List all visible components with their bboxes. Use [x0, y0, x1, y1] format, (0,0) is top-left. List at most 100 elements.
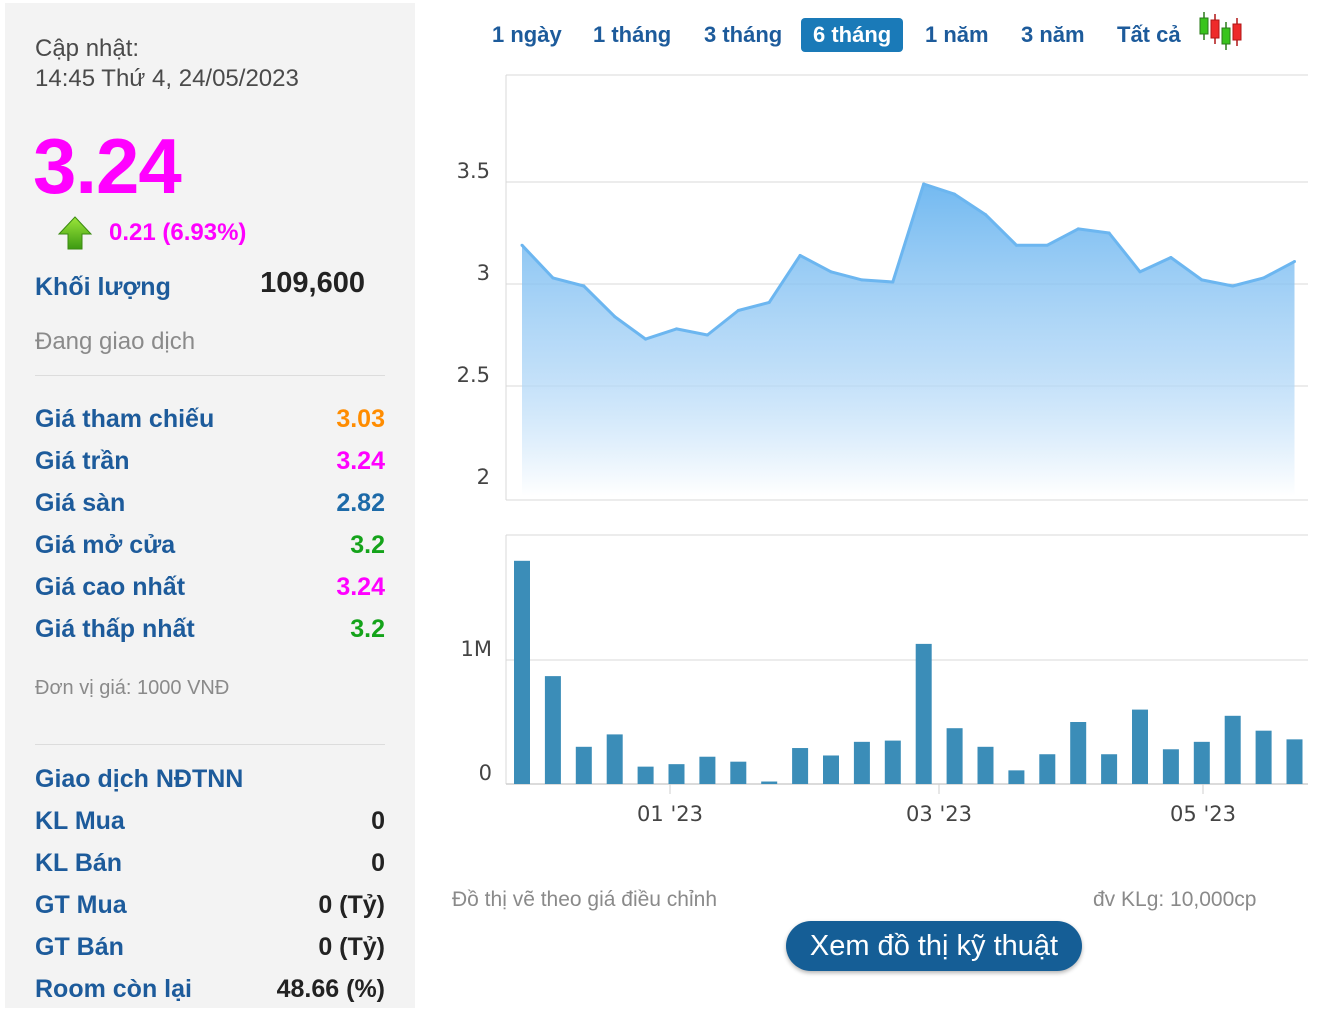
reference-price-value: 3.03 [336, 405, 385, 433]
price-point [767, 300, 771, 304]
open-price-label: Giá mở cửa [35, 531, 176, 559]
trading-status: Đang giao dịch [35, 328, 196, 355]
volume-label: Khối lượng [35, 273, 171, 301]
volume-bar [946, 728, 963, 784]
price-point [829, 270, 833, 274]
volume-y-tick-label: 1M [461, 637, 492, 661]
price-point [582, 284, 586, 288]
floor-price-label: Giá sàn [35, 489, 126, 517]
price-point [613, 315, 617, 319]
ceiling-price-value: 3.24 [336, 447, 385, 475]
price-point [1138, 270, 1142, 274]
volume-bar [544, 676, 561, 784]
update-time: 14:45 Thứ 4, 24/05/2023 [35, 65, 299, 92]
up-arrow-icon [57, 216, 93, 250]
price-point [891, 280, 895, 284]
update-label: Cập nhật: [35, 35, 140, 62]
volume-bar [761, 781, 778, 784]
price-point [953, 192, 957, 196]
price-point [1169, 255, 1173, 259]
volume-bar [514, 560, 530, 784]
divider [35, 375, 385, 376]
foreign-room-value: 48.66 (%) [276, 975, 385, 1003]
current-price: 3.24 [33, 122, 182, 210]
price-point [798, 253, 802, 257]
x-tick-label: 05 '23 [1170, 802, 1236, 826]
divider [35, 744, 385, 745]
price-point [1231, 284, 1235, 288]
price-point [705, 333, 709, 337]
volume-bar [606, 734, 623, 784]
volume-bar [668, 764, 685, 784]
price-point [1200, 278, 1204, 282]
low-price-value: 3.2 [350, 615, 385, 643]
volume-bar [1101, 754, 1118, 784]
foreign-sell-volume-value: 0 [371, 849, 385, 877]
foreign-buy-value-value: 0 (Tỷ) [318, 891, 385, 919]
foreign-sell-value-label: GT Bán [35, 933, 124, 961]
adjusted-price-note: Đồ thị vẽ theo giá điều chỉnh [452, 888, 718, 911]
price-y-tick-label: 3 [477, 261, 490, 285]
x-axis: 01 '23 03 '23 05 '23 [637, 784, 1236, 826]
technical-chart-button[interactable]: Xem đồ thị kỹ thuật [786, 921, 1082, 971]
stock-info-panel: Cập nhật: 14:45 Thứ 4, 24/05/2023 3.24 0… [5, 3, 415, 1008]
tab-6-months[interactable]: 6 tháng [801, 18, 904, 52]
volume-bar-series [514, 560, 1303, 784]
price-point [860, 278, 864, 282]
price-point [1076, 227, 1080, 231]
price-change: 0.21 (6.93%) [109, 219, 247, 246]
volume-bar [1224, 715, 1241, 784]
candlestick-chart-icon[interactable] [1196, 10, 1242, 52]
foreign-sell-volume-label: KL Bán [35, 849, 123, 877]
volume-bar [823, 755, 839, 784]
price-area-series [520, 182, 1296, 496]
volume-bar [1286, 739, 1303, 784]
foreign-sell-value-value: 0 (Tỷ) [318, 933, 385, 961]
price-y-tick-label: 3.5 [457, 159, 490, 183]
volume-bar [853, 741, 870, 784]
price-point [736, 309, 740, 313]
price-point [1107, 231, 1111, 235]
price-volume-chart: 3.5 3 2.5 2 1M 0 01 '23 03 '23 05 '23 [457, 74, 1308, 826]
price-point [922, 182, 926, 186]
price-point [675, 327, 678, 331]
foreign-buy-value-label: GT Mua [35, 891, 127, 919]
volume-bar [637, 766, 654, 784]
volume-bar [915, 643, 932, 784]
volume-bar [1008, 770, 1025, 784]
tab-1-month[interactable]: 1 tháng [581, 18, 683, 52]
price-point [1293, 260, 1296, 264]
foreign-buy-volume-label: KL Mua [35, 807, 125, 835]
volume-bar [792, 748, 809, 784]
price-point [1014, 243, 1018, 247]
volume-bar [575, 746, 592, 784]
price-point [1262, 276, 1266, 280]
volume-bar [1193, 741, 1210, 784]
price-point [984, 213, 987, 217]
high-price-label: Giá cao nhất [35, 573, 186, 601]
price-point [644, 337, 648, 341]
open-price-value: 3.2 [350, 531, 385, 559]
price-point [1045, 243, 1049, 247]
volume-unit-note: đv KLg: 10,000cp [1093, 888, 1257, 911]
reference-price-label: Giá tham chiếu [35, 405, 215, 433]
tab-1-day[interactable]: 1 ngày [480, 18, 574, 52]
tab-all[interactable]: Tất cả [1105, 18, 1193, 52]
tab-3-years[interactable]: 3 năm [1009, 18, 1097, 52]
volume-bar [1039, 754, 1056, 784]
tab-1-year[interactable]: 1 năm [913, 18, 1001, 52]
volume-bar [884, 740, 901, 784]
volume-bar [699, 756, 716, 784]
volume-bar [1132, 709, 1148, 784]
tab-3-months[interactable]: 3 tháng [692, 18, 794, 52]
volume-bar [1162, 749, 1179, 784]
volume-gridlines [505, 534, 1308, 785]
price-unit-note: Đơn vị giá: 1000 VNĐ [35, 677, 230, 699]
volume-bar [1070, 722, 1087, 784]
volume-bar [1255, 730, 1272, 784]
foreign-buy-volume-value: 0 [371, 807, 385, 835]
ceiling-price-label: Giá trần [35, 447, 130, 475]
x-tick-label: 03 '23 [906, 802, 972, 826]
floor-price-value: 2.82 [336, 489, 385, 517]
volume-y-axis: 1M 0 [461, 637, 492, 785]
